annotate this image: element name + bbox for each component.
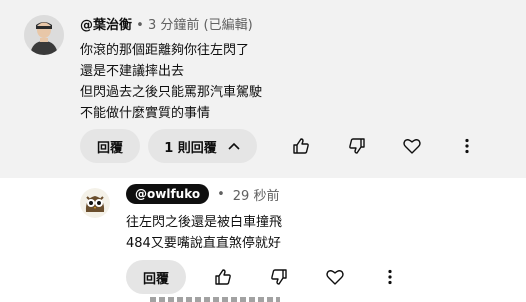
heart-button[interactable] [318, 260, 352, 294]
reply-line: 484又要嘴說直直煞停就好 [126, 236, 281, 251]
next-comment-cutoff [150, 297, 280, 302]
like-icon [215, 269, 231, 285]
comment-time[interactable]: 3 分鐘前 (已編輯) [148, 18, 253, 33]
more-actions-button[interactable] [450, 129, 484, 163]
user-avatar-icon [24, 15, 64, 55]
reply-avatar[interactable] [80, 188, 110, 218]
comment-line: 但閃過去之後只能罵那汽車駕駛 [80, 85, 263, 100]
comment-text: 你滾的那個距離夠你往左閃了 還是不建議摔出去 但閃過去之後只能罵那汽車駕駛 不能… [80, 40, 262, 124]
avatar[interactable] [24, 15, 64, 55]
reply-button[interactable]: 回覆 [126, 260, 186, 294]
dislike-icon [349, 138, 365, 154]
more-vert-icon [465, 138, 469, 154]
heart-icon [326, 270, 344, 285]
reply-text: 往左閃之後還是被白車撞飛 484又要嘴說直直煞停就好 [126, 212, 282, 254]
meta-separator: • [217, 186, 225, 202]
meta-separator: • [136, 18, 144, 33]
comment-line: 還是不建議摔出去 [80, 64, 185, 79]
heart-icon [403, 139, 421, 154]
like-button[interactable] [284, 129, 318, 163]
comment-line: 不能做什麼實質的事情 [80, 106, 211, 121]
heart-button[interactable] [395, 129, 429, 163]
comment-actions: 回覆 1 則回覆 [80, 129, 484, 163]
more-vert-icon [388, 269, 392, 285]
like-icon [293, 138, 309, 154]
replies-toggle-button[interactable]: 1 則回覆 [148, 129, 257, 163]
dislike-button[interactable] [262, 260, 296, 294]
comment-author[interactable]: @葉治衡 [80, 18, 132, 33]
reply-button[interactable]: 回覆 [80, 129, 140, 163]
dislike-icon [271, 269, 287, 285]
replies-toggle-label: 1 則回覆 [164, 140, 217, 156]
more-actions-button[interactable] [373, 260, 407, 294]
owl-avatar-icon [80, 188, 110, 218]
reply-author[interactable]: @owlfuko [126, 184, 210, 204]
dislike-button[interactable] [340, 129, 374, 163]
reply-actions: 回覆 [126, 260, 407, 294]
like-button[interactable] [206, 260, 240, 294]
reply-time[interactable]: 29 秒前 [233, 185, 280, 204]
comment-line: 你滾的那個距離夠你往左閃了 [80, 43, 250, 58]
chevron-up-icon [228, 142, 240, 150]
comment-meta: @葉治衡 • 3 分鐘前 (已編輯) [80, 14, 253, 33]
reply-line: 往左閃之後還是被白車撞飛 [126, 215, 283, 230]
reply-meta: @owlfuko • 29 秒前 [126, 184, 279, 204]
